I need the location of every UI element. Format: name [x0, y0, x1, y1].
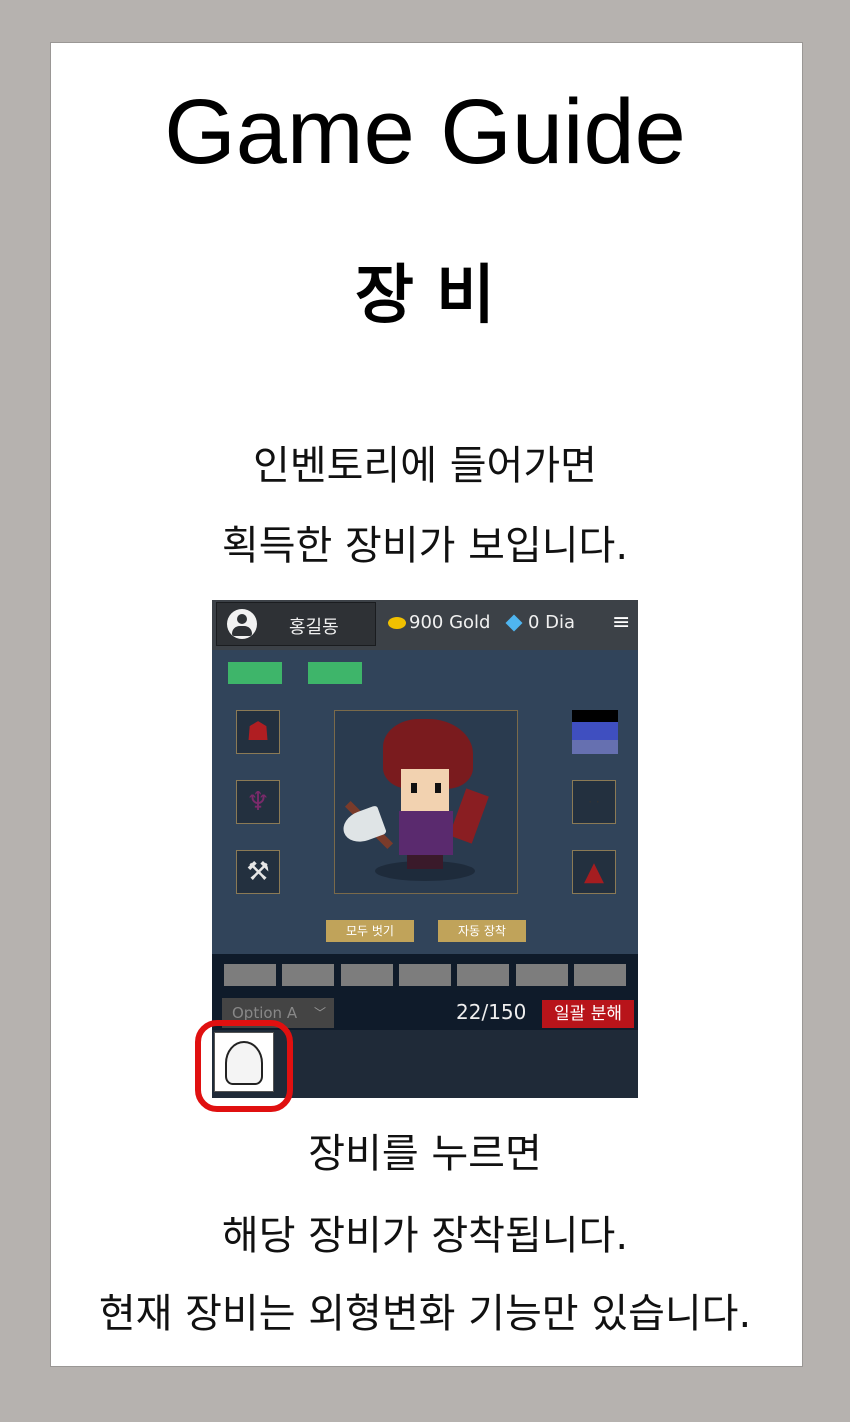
dia-amount: 0 Dia — [528, 612, 576, 633]
inventory-tab-3[interactable] — [341, 964, 393, 986]
outro-line-1: 장비를 누르면 — [308, 1131, 542, 1177]
head-accessory-slot[interactable]: ♆ — [236, 780, 280, 824]
dia-display: 0 Dia — [505, 612, 576, 633]
inventory-tab-1[interactable] — [224, 964, 276, 986]
eyes-icon: · · — [588, 795, 600, 809]
outro-line-3: 현재 장비는 외형변화 기능만 있습니다. — [98, 1291, 752, 1337]
hamburger-icon[interactable]: ≡ — [612, 610, 630, 635]
unequip-all-button[interactable]: 모두 벗기 — [326, 920, 414, 942]
inventory-tab-6[interactable] — [516, 964, 568, 986]
inventory-toolbar: Option A ﹀ 22/150 일괄 분해 — [212, 954, 638, 1030]
horn-helmet-icon: ♆ — [246, 787, 270, 817]
highlight-circle — [195, 1020, 293, 1112]
character-portrait — [334, 710, 518, 894]
inventory-tab-2[interactable] — [282, 964, 334, 986]
costume-slot[interactable] — [572, 710, 618, 754]
auto-equip-button[interactable]: 자동 장착 — [438, 920, 526, 942]
gold-display: 900 Gold — [388, 612, 490, 633]
status-bar-2 — [308, 662, 362, 684]
gold-amount: 900 Gold — [409, 612, 491, 633]
chevron-down-icon: ﹀ — [313, 1006, 326, 1020]
section-title: 장 비 — [354, 259, 496, 333]
inventory-tab-7[interactable] — [574, 964, 626, 986]
character-panel: ☗ ♆ ⚒ · · ▲ 모두 벗기 자동 장착 — [212, 650, 638, 954]
page-title: Game Guide — [164, 81, 686, 183]
status-bar-1 — [228, 662, 282, 684]
hair-slot[interactable]: ☗ — [236, 710, 280, 754]
face-slot[interactable]: · · — [572, 780, 616, 824]
inventory-tab-5[interactable] — [457, 964, 509, 986]
inventory-tab-4[interactable] — [399, 964, 451, 986]
game-top-bar: 홍길동 900 Gold 0 Dia ≡ — [212, 600, 638, 650]
diamond-icon — [505, 614, 523, 632]
profile-button[interactable]: 홍길동 — [216, 602, 376, 646]
intro-line-2: 획득한 장비가 보입니다. — [221, 523, 629, 569]
intro-line-1: 인벤토리에 들어가면 — [253, 443, 597, 489]
bulk-disassemble-button[interactable]: 일괄 분해 — [542, 1000, 634, 1028]
red-cape-icon: ▲ — [584, 857, 604, 887]
weapon-slot[interactable]: ⚒ — [236, 850, 280, 894]
username: 홍길동 — [289, 617, 339, 638]
inventory-count: 22/150 — [456, 1000, 527, 1024]
red-hair-icon: ☗ — [246, 717, 270, 747]
cape-slot[interactable]: ▲ — [572, 850, 616, 894]
gold-coin-icon — [388, 617, 406, 629]
axe-icon: ⚒ — [246, 857, 270, 887]
avatar-icon — [227, 609, 257, 639]
outro-line-2: 해당 장비가 장착됩니다. — [221, 1213, 629, 1259]
